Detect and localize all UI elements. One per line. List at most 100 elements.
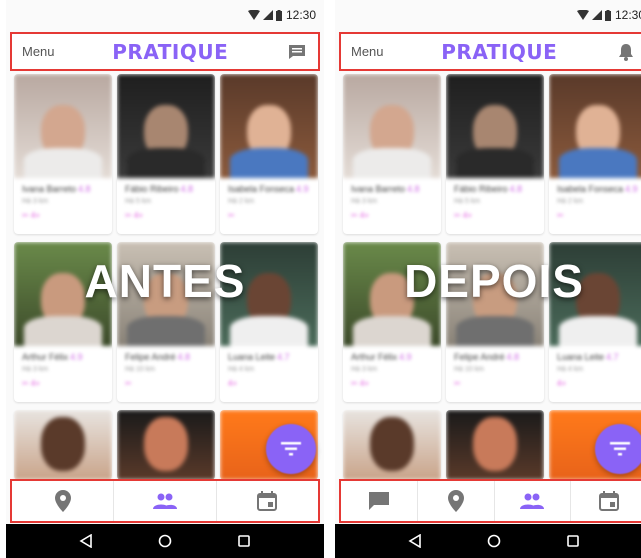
- status-bar: 12:30: [335, 0, 641, 30]
- status-bar: 12:30: [6, 0, 324, 30]
- app-brand-logo: PRATIQUE: [112, 39, 229, 64]
- location-pin-icon: [54, 490, 71, 512]
- profile-name: Ivana Barreto 4.8: [22, 184, 91, 194]
- profile-meta: 4+: [557, 379, 567, 388]
- tab-calendar[interactable]: [571, 481, 641, 521]
- profile-meta: ✂ 4+: [351, 379, 370, 388]
- profile-distance: Há 5 km: [125, 198, 152, 205]
- wifi-icon: [576, 10, 589, 20]
- recents-icon[interactable]: [237, 534, 251, 548]
- profile-photo: [117, 74, 215, 178]
- bottom-navigation: [10, 479, 320, 523]
- filter-icon: [281, 442, 301, 456]
- system-navigation-bar: [6, 524, 324, 558]
- profile-name: Fábio Ribeiro 4.8: [125, 184, 194, 194]
- profile-distance: Há 3 km: [22, 198, 49, 205]
- after-label: DEPOIS: [404, 255, 584, 307]
- profile-name: Luana Leite 4.7: [228, 352, 290, 362]
- tab-location[interactable]: [418, 481, 495, 521]
- profile-distance: Há 4 km: [557, 366, 584, 373]
- comparison-screenshot: 12:30 Menu PRATIQUE Ivana Barreto 4.8 Há …: [0, 0, 641, 558]
- profile-name: Arthur Félix 4.9: [22, 352, 83, 362]
- battery-icon: [604, 9, 611, 21]
- profile-name: Arthur Félix 4.9: [351, 352, 412, 362]
- profile-meta: ✂: [125, 379, 132, 388]
- before-label: ANTES: [84, 255, 246, 307]
- profile-distance: Há 5 km: [454, 198, 481, 205]
- profile-name: Isabela Fonseca 4.9: [228, 184, 309, 194]
- top-app-bar: Menu PRATIQUE: [10, 32, 320, 71]
- recents-icon[interactable]: [566, 534, 580, 548]
- calendar-icon: [257, 491, 278, 511]
- profile-photo: [14, 410, 112, 480]
- profile-distance: Há 10 km: [125, 366, 155, 373]
- profile-card[interactable]: Ivana Barreto 4.8 Há 3 km ✂ 4+: [14, 74, 112, 234]
- profile-photo: [446, 410, 544, 480]
- profile-card[interactable]: Isabela Fonseca 4.9 Há 2 km ✂: [549, 74, 641, 234]
- battery-icon: [275, 9, 282, 21]
- profile-distance: Há 2 km: [228, 198, 255, 205]
- phone-after: 12:30 Menu PRATIQUE Ivana Barreto4.8 Há …: [335, 0, 641, 558]
- status-time: 12:30: [285, 8, 316, 22]
- back-icon[interactable]: [79, 534, 93, 548]
- tab-calendar[interactable]: [217, 481, 318, 521]
- home-icon[interactable]: [158, 534, 172, 548]
- profile-name: Felipe André 4.8: [454, 352, 520, 362]
- profile-meta: ✂ 4+: [454, 211, 473, 220]
- bell-icon[interactable]: [615, 41, 637, 63]
- profile-name: Felipe André 4.8: [125, 352, 191, 362]
- profile-meta: 4+: [228, 379, 238, 388]
- filter-fab[interactable]: [266, 424, 316, 474]
- profile-meta: ✂: [557, 211, 564, 220]
- bottom-navigation: [339, 479, 641, 523]
- people-icon: [152, 493, 177, 509]
- profile-meta: ✂ 4+: [22, 379, 41, 388]
- phone-before: 12:30 Menu PRATIQUE Ivana Barreto 4.8 Há …: [6, 0, 324, 558]
- profile-photo: [117, 410, 215, 480]
- profile-photo: [343, 410, 441, 480]
- profile-name: Fábio Ribeiro 4.8: [454, 184, 523, 194]
- home-icon[interactable]: [487, 534, 501, 548]
- message-icon: [368, 492, 389, 510]
- profile-meta: ✂ 4+: [125, 211, 144, 220]
- profile-distance: Há 2 km: [557, 198, 584, 205]
- message-icon[interactable]: [286, 41, 308, 63]
- menu-button[interactable]: Menu: [22, 44, 55, 59]
- status-icons: [247, 9, 282, 21]
- profile-card[interactable]: Fábio Ribeiro 4.8 Há 5 km ✂ 4+: [446, 74, 544, 234]
- profile-photo: [549, 74, 641, 178]
- profile-meta: ✂: [228, 211, 235, 220]
- profile-card[interactable]: Fábio Ribeiro 4.8 Há 5 km ✂ 4+: [117, 74, 215, 234]
- tab-people[interactable]: [495, 481, 572, 521]
- profile-card[interactable]: [14, 410, 112, 480]
- profile-photo: [446, 74, 544, 178]
- profile-distance: Há 3 km: [351, 366, 378, 373]
- tab-location[interactable]: [12, 481, 115, 521]
- profile-distance: Há 10 km: [454, 366, 484, 373]
- filter-fab[interactable]: [595, 424, 641, 474]
- profile-meta: ✂ 4+: [22, 211, 41, 220]
- profile-photo: [14, 74, 112, 178]
- profile-name: Luana Leite 4.7: [557, 352, 619, 362]
- back-icon[interactable]: [408, 534, 422, 548]
- profile-name: Ivana Barreto 4.8: [351, 184, 420, 194]
- people-icon: [520, 493, 545, 509]
- app-brand-logo: PRATIQUE: [441, 39, 558, 64]
- profile-meta: ✂ 4+: [351, 211, 370, 220]
- profile-distance: Há 3 km: [22, 366, 49, 373]
- tab-people[interactable]: [114, 481, 217, 521]
- status-time: 12:30: [614, 8, 641, 22]
- profile-meta: ✂: [454, 379, 461, 388]
- wifi-icon: [247, 10, 260, 20]
- status-icons: [576, 9, 611, 21]
- tab-messages[interactable]: [341, 481, 418, 521]
- calendar-icon: [599, 491, 620, 511]
- location-pin-icon: [447, 490, 464, 512]
- profile-card[interactable]: [446, 410, 544, 480]
- profile-card[interactable]: [343, 410, 441, 480]
- menu-button[interactable]: Menu: [351, 44, 384, 59]
- signal-icon: [262, 10, 273, 20]
- profile-card[interactable]: [117, 410, 215, 480]
- profile-card[interactable]: Isabela Fonseca 4.9 Há 2 km ✂: [220, 74, 318, 234]
- profile-card[interactable]: Ivana Barreto 4.8 Há 3 km ✂ 4+: [343, 74, 441, 234]
